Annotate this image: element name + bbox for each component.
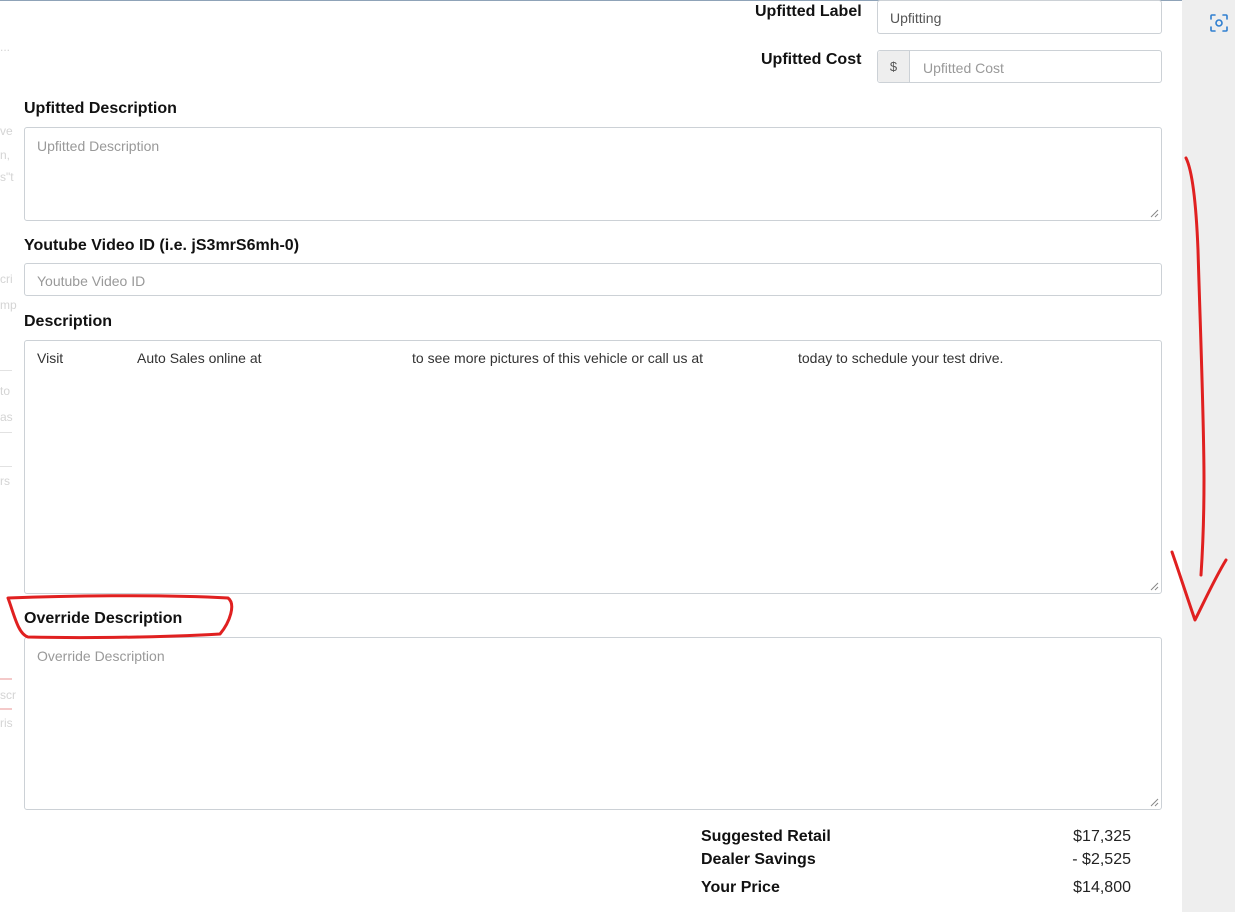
resize-grip-icon[interactable] <box>1149 208 1159 218</box>
youtube-placeholder: Youtube Video ID <box>37 273 146 289</box>
description-text-pictures: to see more pictures of this vehicle or … <box>412 350 704 366</box>
your-price-label: Your Price <box>701 879 780 896</box>
suggested-retail-value: $17,325 <box>1073 828 1131 845</box>
dealer-savings-label: Dealer Savings <box>701 851 816 868</box>
scrollbar-track[interactable] <box>1182 0 1235 912</box>
override-description-placeholder: Override Description <box>37 648 165 664</box>
suggested-retail-label: Suggested Retail <box>701 828 831 845</box>
your-price-value: $14,800 <box>1073 879 1131 896</box>
description-label: Description <box>24 313 113 330</box>
upfitted-cost-placeholder: Upfitted Cost <box>923 60 1004 76</box>
upfitted-cost-input[interactable]: $ Upfitted Cost <box>877 50 1162 83</box>
youtube-video-id-input[interactable]: Youtube Video ID <box>24 263 1162 296</box>
upfitted-cost-label: Upfitted Cost <box>761 51 862 68</box>
screen-capture-icon[interactable] <box>1206 10 1232 36</box>
resize-grip-icon[interactable] <box>1149 581 1159 591</box>
dealer-savings-value: - $2,525 <box>1072 851 1131 868</box>
description-text-online: Auto Sales online at <box>137 350 262 366</box>
upfitted-label-input[interactable]: Upfitting <box>877 0 1162 34</box>
upfitted-description-label: Upfitted Description <box>24 100 177 117</box>
upfitted-description-textarea[interactable]: Upfitted Description <box>24 127 1162 221</box>
description-textarea[interactable]: Visit Auto Sales online at to see more p… <box>24 340 1162 594</box>
currency-addon: $ <box>878 51 910 82</box>
youtube-label: Youtube Video ID (i.e. jS3mrS6mh-0) <box>24 237 300 254</box>
upfitted-label-value: Upfitting <box>890 10 942 26</box>
override-description-textarea[interactable]: Override Description <box>24 637 1162 810</box>
override-description-label: Override Description <box>24 610 183 627</box>
description-text-visit: Visit <box>37 350 64 366</box>
upfitted-label-label: Upfitted Label <box>755 3 862 20</box>
upfitted-description-placeholder: Upfitted Description <box>37 138 160 154</box>
description-text-schedule: today to schedule your test drive. <box>798 350 1004 366</box>
resize-grip-icon[interactable] <box>1149 797 1159 807</box>
